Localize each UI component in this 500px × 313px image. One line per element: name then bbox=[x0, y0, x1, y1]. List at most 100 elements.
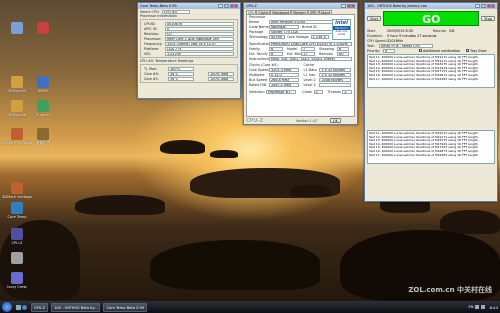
desktop: 3DMark05 DMNS 3DMark06 SuperPI 3DMark Vantag… bbox=[0, 0, 500, 301]
info-value: LGA 775 bbox=[165, 46, 234, 51]
coretemp-window[interactable]: Core Temp Beta 0.99 _ □ × Select CPU: CPU … bbox=[137, 2, 241, 99]
processor-info-heading: Processor Information bbox=[140, 14, 178, 18]
clock[interactable]: 8:44 bbox=[489, 305, 498, 310]
select-cpu-dropdown[interactable]: CPU #0 bbox=[162, 9, 190, 14]
log-panel-2[interactable]: Test 11, 400000 Lucas-Lehmer iterations … bbox=[367, 130, 495, 164]
desktop-icon[interactable]: Core Temp bbox=[2, 202, 32, 219]
codename-value: Wolfdale bbox=[269, 24, 299, 29]
info-label: Revision: bbox=[144, 31, 160, 36]
cpuz-window[interactable]: CPU-Z _ × CPU Cache Mainboard Memory SPD About… bbox=[243, 2, 358, 125]
kv-row: Bus Speed 266.8 MHz bbox=[247, 77, 301, 82]
kv-value: 3201.3 MHz bbox=[269, 67, 299, 72]
info-label: Processor: bbox=[144, 36, 162, 41]
temp-heading: CPU #0: Temperature Readings bbox=[140, 59, 194, 63]
kv-label: Rated FSB bbox=[249, 82, 267, 87]
extfamily-value: 6 bbox=[269, 51, 283, 56]
desktop-icon[interactable]: SuperPI bbox=[28, 100, 58, 117]
maximize-button[interactable]: □ bbox=[481, 4, 486, 8]
package-value: Socket 775 LGA bbox=[269, 29, 337, 34]
core-temp-row: Core #0: 34°C 100% load bbox=[142, 71, 236, 76]
selection-row: Selection Processor #1 Cores 2 Threads 2 bbox=[247, 89, 354, 94]
desktop-icon[interactable] bbox=[28, 22, 58, 35]
info-value: 1.0125v bbox=[165, 51, 234, 56]
start-time-value: 2009/5/19 8:35 bbox=[387, 28, 414, 33]
core-temp-value: 34°C bbox=[168, 71, 194, 76]
clocks-group: Clocks (Core #0) Core Speed 3201.3 MHz Mul… bbox=[247, 63, 301, 87]
selection-dropdown[interactable]: Processor #1 bbox=[265, 89, 297, 94]
maximize-button[interactable]: □ bbox=[224, 4, 229, 8]
traystart-checkbox[interactable] bbox=[466, 49, 470, 52]
taskbar-button[interactable]: CPU-Z bbox=[31, 302, 49, 312]
start-button[interactable]: Start bbox=[367, 16, 382, 21]
ie-icon[interactable] bbox=[22, 304, 27, 310]
app-icon bbox=[37, 22, 49, 34]
technology-value: 45 nm bbox=[269, 34, 285, 39]
log-panel-1[interactable]: Test 11, 400000 Lucas-Lehmer iterations … bbox=[367, 54, 495, 88]
app-icon bbox=[11, 252, 23, 264]
info-label: Frequency: bbox=[144, 41, 163, 46]
taskbar-button[interactable]: Core Temp Beta 0.99 bbox=[103, 302, 148, 312]
kv-label: L1 Data bbox=[303, 67, 317, 72]
name-label: Name bbox=[249, 19, 260, 24]
revision-label: Revision bbox=[319, 51, 334, 56]
info-value: Intel Core 2 Duo (Wolfdale 2M) bbox=[165, 36, 234, 41]
rock bbox=[160, 140, 205, 154]
desktop-icon[interactable]: DMNS bbox=[28, 76, 58, 93]
volume-icon[interactable] bbox=[481, 305, 486, 309]
kv-value: 2048 KBytes bbox=[319, 77, 352, 82]
test-dropdown[interactable]: Small FFTs - stress CPU bbox=[379, 43, 433, 48]
cpuz-footer: CPU-Z Version 1.47 OK bbox=[244, 117, 357, 124]
desktop-icon[interactable] bbox=[2, 252, 32, 265]
close-button[interactable]: × bbox=[230, 4, 238, 8]
taskbar-button[interactable]: 100 - ORTHOS Beta by... bbox=[51, 302, 101, 312]
cache-group: Cache L1 Data 2 x 32 KBytes L1 Inst. 2 x 32… bbox=[301, 63, 354, 87]
app-icon bbox=[11, 182, 23, 194]
duration-label: Duration: bbox=[367, 33, 383, 38]
stop-button[interactable]: Stop bbox=[481, 16, 495, 21]
core-load-value: 100% load bbox=[208, 71, 234, 76]
priority-dropdown[interactable]: 9 bbox=[383, 48, 395, 53]
desktop-icon[interactable]: CPU-Z bbox=[2, 228, 32, 245]
info-label: Platform: bbox=[144, 46, 160, 51]
instructions-row: Instructions MMX, SSE, SSE2, SSE3, SSSE3,… bbox=[247, 56, 354, 61]
log-line: Test 17, 400000 Lucas-Lehmer iterations … bbox=[369, 76, 479, 81]
ok-button[interactable]: OK bbox=[330, 118, 341, 123]
go-row: Start GO Stop bbox=[365, 9, 497, 26]
extmodel-label: Ext. Model bbox=[287, 51, 305, 56]
tjmax-value: 100°C bbox=[168, 66, 194, 71]
codename-label: Code Name bbox=[249, 24, 269, 29]
minimize-button[interactable]: _ bbox=[341, 4, 346, 8]
info-row: VID: 1.0125v bbox=[142, 51, 236, 56]
threads-value: 2 bbox=[342, 89, 352, 94]
app-icon bbox=[11, 128, 23, 140]
core-label: Core #1: bbox=[144, 76, 160, 81]
desktop-icon[interactable]: Ivory Crest bbox=[2, 272, 32, 289]
app-icon bbox=[11, 22, 23, 34]
desktop-icon[interactable]: 魔兽世界 bbox=[28, 128, 58, 145]
rock bbox=[150, 240, 320, 290]
desktop-icon[interactable]: 3DMark Vantage bbox=[2, 182, 32, 199]
cores-label: Cores bbox=[302, 89, 312, 94]
app-icon bbox=[11, 76, 23, 88]
network-icon[interactable] bbox=[475, 305, 480, 309]
app-icon bbox=[37, 128, 49, 140]
tray-language[interactable]: EN bbox=[469, 305, 474, 309]
minimize-button[interactable]: _ bbox=[218, 4, 223, 8]
desktop-icon-label: CPU-Z bbox=[11, 241, 23, 245]
kv-value: 266.8 MHz bbox=[269, 77, 299, 82]
start-orb[interactable] bbox=[2, 302, 12, 312]
kv-row: Core Speed 3201.3 MHz bbox=[247, 67, 301, 72]
close-button[interactable]: × bbox=[487, 4, 495, 8]
cpuz-title: CPU-Z bbox=[246, 4, 257, 8]
orthos-window[interactable]: 100 - ORTHOS Beta by Johnny Lee _ □ × Star… bbox=[364, 2, 498, 202]
addnote-label: Additional notification bbox=[423, 48, 461, 53]
kv-label: L1 Inst. bbox=[303, 72, 316, 77]
addnote-checkbox[interactable] bbox=[419, 49, 422, 52]
brandid-label: Brand ID bbox=[302, 24, 317, 29]
minimize-button[interactable]: _ bbox=[475, 4, 480, 8]
rounds-label: Rounds: bbox=[433, 28, 447, 33]
show-desktop-icon[interactable] bbox=[16, 304, 21, 310]
close-button[interactable]: × bbox=[347, 4, 355, 8]
instructions-value: MMX, SSE, SSE2, SSE3, SSSE3, EM64T bbox=[268, 56, 352, 61]
info-label: APIC ID: bbox=[144, 26, 158, 31]
